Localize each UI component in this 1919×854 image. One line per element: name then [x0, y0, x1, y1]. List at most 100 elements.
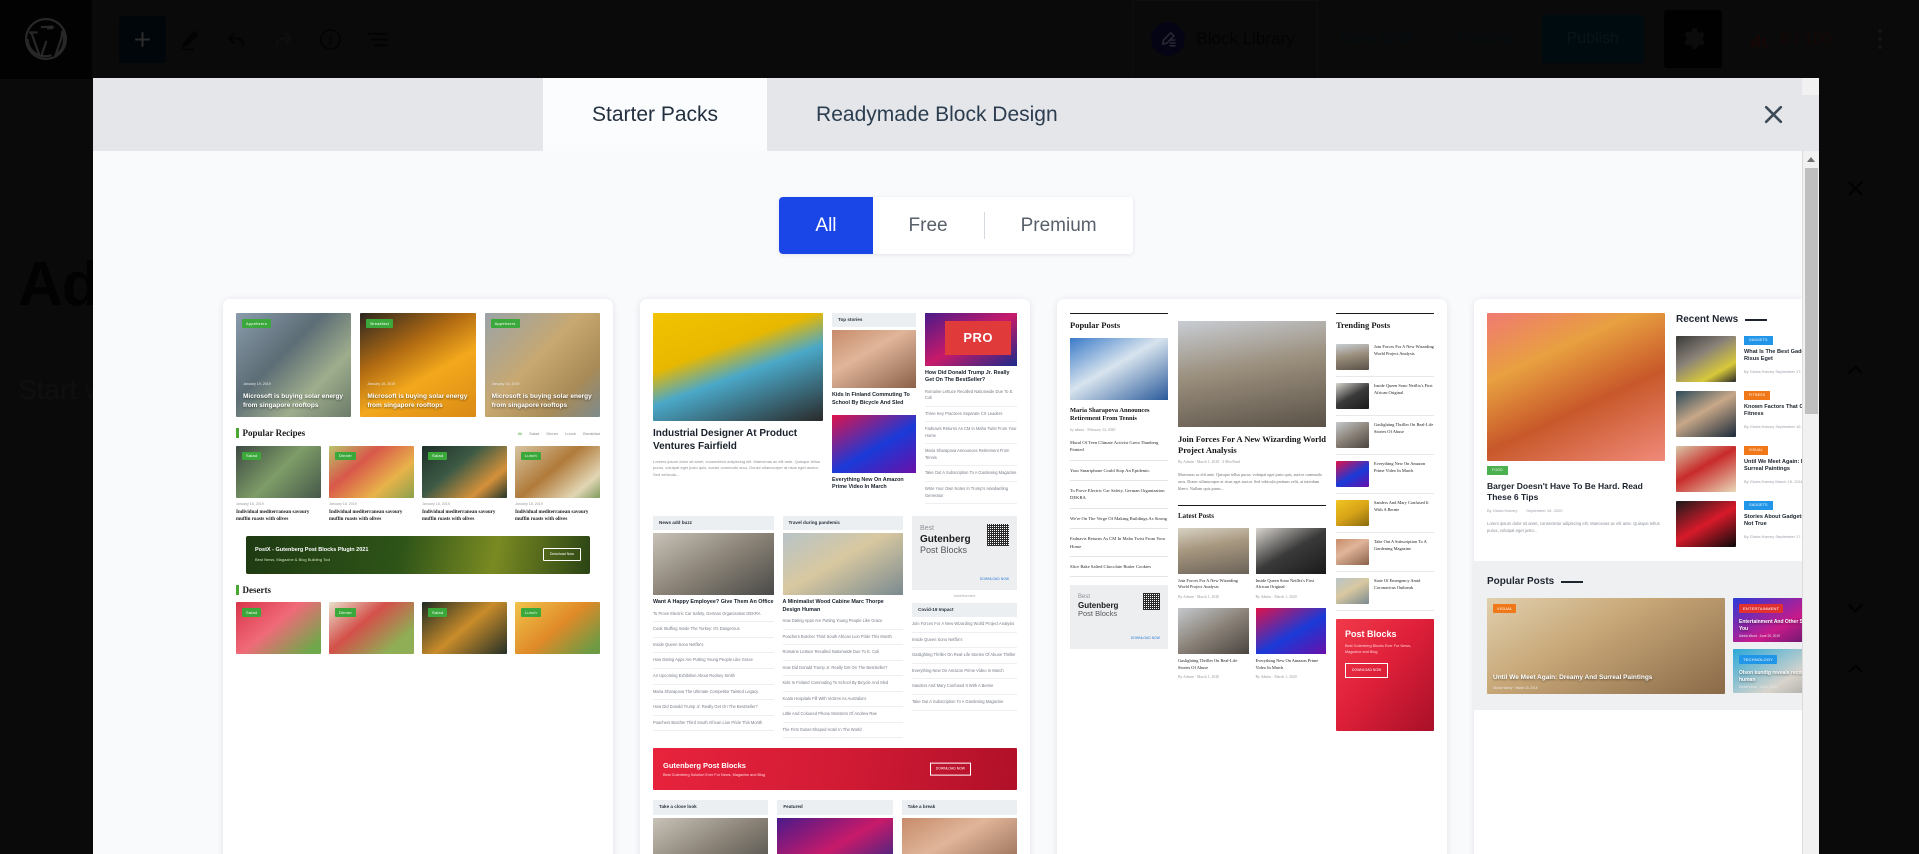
- list-item[interactable]: Poachers Butcher Third South African Lio…: [653, 716, 774, 732]
- section-kicker: News add buzz: [653, 516, 774, 531]
- list-item[interactable]: Everything New On Amazon Prime Video In …: [1255, 608, 1326, 681]
- list-item[interactable]: The First Guitar-Shaped Hotel In The Wor…: [782, 723, 903, 739]
- list-item[interactable]: Lunch January 18, 2019 Individual medite…: [515, 445, 600, 523]
- list-item[interactable]: Your Smartphone Could Stop An Epidemic: [1070, 461, 1168, 482]
- list-item[interactable]: Inside Queen Sono Netflix's First Africa…: [1336, 377, 1434, 416]
- list-item[interactable]: Salad: [236, 602, 321, 655]
- list-item[interactable]: Inside Queen Sono Netflix's First Africa…: [1255, 527, 1326, 601]
- list-item[interactable]: Salad January 18, 2019 Individual medite…: [422, 445, 507, 523]
- tag-lunch[interactable]: Lunch: [565, 431, 576, 437]
- ad-line-3: Post Blocks: [920, 544, 968, 555]
- list-item[interactable]: To Prove Electric Car Safety, German Org…: [1070, 481, 1168, 509]
- list-item[interactable]: Romaine Lettuce Recalled Nationwide Due …: [782, 645, 903, 661]
- list-item[interactable]: Take a break: [901, 800, 1017, 854]
- template-card-classic-magazine[interactable]: Popular Posts Maria Sharapova Announces …: [1057, 299, 1447, 854]
- list-item[interactable]: We're On The Verge Of Making Buildings A…: [1070, 509, 1168, 530]
- template-card-recipe-blog[interactable]: Appetizers January 19, 2019 Microsoft is…: [223, 299, 613, 854]
- list-item[interactable]: Salad January 18, 2019 Individual medite…: [236, 445, 321, 523]
- promo-download-button[interactable]: Download Now: [542, 548, 581, 562]
- promo-banner-red[interactable]: Gutenberg Post Blocks Best Gutenberg Sol…: [653, 748, 1017, 791]
- list-item[interactable]: Dinner: [329, 602, 414, 655]
- modal-scrollbar[interactable]: [1802, 151, 1819, 854]
- modal-header-spacer: [93, 78, 543, 151]
- list-item[interactable]: Write Your Own Notes In Trump's Handwrit…: [925, 482, 1017, 505]
- list-item[interactable]: Gaslighting Thriller On Real-Life Storie…: [1178, 608, 1249, 681]
- category-chip: Appetizers: [242, 319, 271, 328]
- list-item[interactable]: GADGETS Stories About Gadgets That Aresi…: [1676, 501, 1819, 547]
- filter-premium[interactable]: Premium: [984, 197, 1133, 254]
- list-item[interactable]: FITNESS Known Factors That Could Affect …: [1676, 391, 1819, 437]
- list-item[interactable]: Romaine Lettuce Recalled Nationwide Due …: [925, 385, 1017, 407]
- filter-all[interactable]: All: [779, 197, 873, 254]
- gutenberg-ad[interactable]: Best Gutenberg Post Blocks DOWNLOAD NOW: [1070, 585, 1168, 650]
- list-item[interactable]: Everything New On Amazon Prime Video In …: [1336, 455, 1434, 494]
- list-item[interactable]: Take Out A Subscription To A Gardening M…: [925, 466, 1017, 482]
- list-item[interactable]: Dinner January 18, 2019 Individual medit…: [329, 445, 414, 523]
- tab-readymade-block-design[interactable]: Readymade Block Design: [767, 78, 1107, 151]
- list-item[interactable]: VISUAL Until We Meet Again: Dreamy And S…: [1676, 446, 1819, 492]
- list-item[interactable]: Join Forces For A New Wizarding World Pr…: [1178, 527, 1249, 601]
- list-item[interactable]: Take a close look: [653, 800, 769, 854]
- tag-dinner[interactable]: Dinner: [546, 431, 558, 437]
- list-item[interactable]: Maria Sharapova Announces Retirement Fro…: [925, 444, 1017, 467]
- list-item[interactable]: Poachers Butcher Third South African Lio…: [782, 630, 903, 646]
- list-item[interactable]: Inside Queen Sono Netflix's: [653, 638, 774, 654]
- template-card-news-magazine[interactable]: Industrial Designer At Product Ventures …: [640, 299, 1030, 854]
- filter-free[interactable]: Free: [872, 197, 984, 254]
- tab-starter-packs[interactable]: Starter Packs: [543, 78, 768, 151]
- promo-download-button[interactable]: DOWNLOAD NOW: [1345, 662, 1389, 678]
- list-item[interactable]: State Of Emergency Amid Coronavirus Outb…: [1336, 572, 1434, 611]
- list-item[interactable]: Kids In Finland Commuting To School By B…: [782, 676, 903, 692]
- list-item[interactable]: Fadnavis Returns As CM In Maha Twist Fro…: [1070, 529, 1168, 557]
- tag-breakfast[interactable]: Breakfast: [583, 431, 600, 437]
- list-item[interactable]: To Prove Electric Car Safety, German Org…: [653, 607, 774, 623]
- promo-download-button[interactable]: DOWNLOAD NOW: [929, 763, 971, 776]
- list-item[interactable]: Fadnavis Returns As CM In Maha Twist Fro…: [925, 422, 1017, 445]
- thumbnail: [782, 533, 903, 596]
- template-cards-row: Appetizers January 19, 2019 Microsoft is…: [93, 254, 1819, 854]
- thumbnail: [1336, 499, 1369, 526]
- list-item[interactable]: Take Out A Subscription To A Gardening M…: [912, 695, 1017, 711]
- list-item[interactable]: Maria Sharapova The Ultimate Competitor …: [653, 685, 774, 701]
- section-header: Deserts: [236, 584, 600, 597]
- gutenberg-ad[interactable]: Best Gutenberg Post Blocks DOWNLOAD NOW: [912, 516, 1017, 591]
- list-item[interactable]: Lunch: [515, 602, 600, 655]
- section-title: Latest Posts: [1178, 504, 1326, 522]
- list-item[interactable]: Take Out A Subscription To A Gardening M…: [1336, 533, 1434, 572]
- list-item[interactable]: GADGETS What Is The Best Gadgets In The …: [1676, 336, 1819, 382]
- ad-download-link[interactable]: DOWNLOAD NOW: [1131, 636, 1160, 641]
- list-item[interactable]: Everything New On Amazon Prime Video In …: [912, 664, 1017, 680]
- list-item[interactable]: Inside Queen Sono Netflix's: [912, 633, 1017, 649]
- template-card-modern-blog[interactable]: FOOD Barger Doesn't Have To Be Hard. Rea…: [1474, 299, 1819, 854]
- list-item[interactable]: Gaslighting Thriller On Real-Life Storie…: [912, 648, 1017, 664]
- tag-salad[interactable]: Salad: [529, 431, 539, 437]
- thumbnail: [1676, 391, 1736, 437]
- list-item[interactable]: Little And Coloured Phone Monsters Of An…: [782, 707, 903, 723]
- list-item[interactable]: Koala Hospitals Fill With Victims As Aus…: [782, 692, 903, 708]
- list-item[interactable]: Sanders And Mary Confused It With A Bern…: [912, 679, 1017, 695]
- list-item[interactable]: Sanders And Mary Confused It With A Bern…: [1336, 494, 1434, 533]
- list-item[interactable]: Mural Of Teen Climate Activist Greta Thu…: [1070, 433, 1168, 461]
- post-date: January 18, 2019: [491, 381, 520, 386]
- list-item[interactable]: Gaslighting Thriller On Real-Life Storie…: [1336, 416, 1434, 455]
- list-item[interactable]: Cook Stuffing Inside The Turkey: It's Da…: [653, 622, 774, 638]
- list-item[interactable]: Join Forces For A New Wizarding World Pr…: [912, 617, 1017, 633]
- list-item[interactable]: Salad: [422, 602, 507, 655]
- list-item[interactable]: How Dating Apps Are Putting Young People…: [782, 614, 903, 630]
- list-item[interactable]: Three Key Practices Separate CX Leaders: [925, 407, 1017, 423]
- promo-banner[interactable]: PostX - Gutenberg Post Blocks Plugin 202…: [246, 535, 590, 574]
- list-item[interactable]: Featured: [777, 800, 893, 854]
- list-item[interactable]: VISUAL Until We Meet Again: Dreamy And S…: [1487, 598, 1725, 694]
- list-item[interactable]: An Upcoming Exhibition About Rodney Smit…: [653, 669, 774, 685]
- list-item[interactable]: Join Forces For A New Wizarding World Pr…: [1336, 338, 1434, 377]
- post-blocks-promo[interactable]: Post Blocks Best Gutenberg Blocks Ever F…: [1336, 618, 1434, 731]
- ad-download-link[interactable]: DOWNLOAD NOW: [980, 577, 1009, 582]
- scrollbar-thumb[interactable]: [1805, 168, 1818, 414]
- list-item[interactable]: Slice Bake Salted Chocolate Butter Cooki…: [1070, 557, 1168, 578]
- list-item[interactable]: How Dating Apps Are Putting Young People…: [653, 653, 774, 669]
- tag-all[interactable]: All: [518, 431, 522, 437]
- list-item[interactable]: How Did Donald Trump Jr. Really Get On T…: [782, 661, 903, 677]
- list-item[interactable]: How Did Donald Trump Jr. Really Get On T…: [653, 700, 774, 716]
- category-chip: TECHNOLOGY: [1739, 655, 1778, 664]
- scrollbar-up-button[interactable]: [1803, 151, 1819, 168]
